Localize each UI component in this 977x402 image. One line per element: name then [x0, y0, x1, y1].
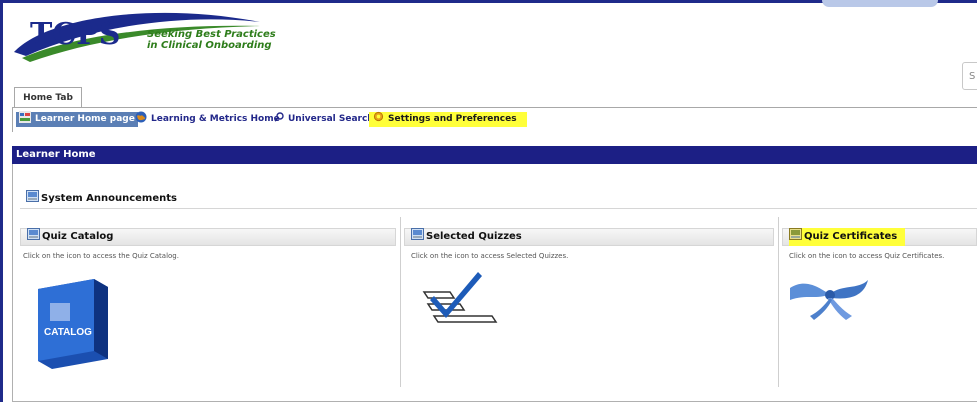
toolbar-learner-home-label: Learner Home page: [35, 114, 135, 124]
selected-quizzes-title: Selected Quizzes: [426, 231, 522, 242]
toolbar-learner-home-link[interactable]: Learner Home page: [16, 110, 138, 129]
logo-service-mark: SM: [108, 19, 124, 29]
toolbar-settings-link[interactable]: Settings and Preferences: [369, 111, 527, 128]
system-announcements-bar: System Announcements: [20, 190, 977, 209]
portlet-icon: [411, 228, 424, 246]
toolbar-learning-metrics-label: Learning & Metrics Home: [151, 114, 280, 124]
search-input-stub[interactable]: S: [962, 62, 977, 90]
portlet-icon: [27, 228, 40, 246]
logo-tagline: Seeking Best Practices in Clinical Onboa…: [147, 29, 276, 51]
quiz-certificates-description: Click on the icon to access Quiz Certifi…: [789, 252, 945, 260]
gear-icon: [373, 111, 384, 128]
toolbar-universal-search-label: Universal Search: [288, 114, 374, 124]
ribbon-icon[interactable]: [788, 270, 870, 322]
quiz-certificates-bar: Quiz Certificates: [782, 228, 977, 246]
globe-icon: [135, 111, 147, 129]
selected-quizzes-bar: Selected Quizzes: [404, 228, 774, 246]
toolbar-learning-metrics-link[interactable]: Learning & Metrics Home: [135, 111, 280, 129]
learner-home-icon: [19, 110, 31, 129]
tagline-line-2: in Clinical Onboarding: [147, 40, 272, 51]
checklist-icon[interactable]: [420, 270, 500, 336]
learner-home-header: Learner Home: [12, 146, 977, 164]
quiz-certificates-highlight: Quiz Certificates: [789, 228, 906, 246]
column-divider: [778, 217, 779, 387]
quiz-catalog-bar: Quiz Catalog: [20, 228, 396, 246]
column-divider: [400, 217, 401, 387]
portlet-icon: [789, 228, 802, 246]
tab-home[interactable]: Home Tab: [14, 87, 82, 109]
selected-quizzes-description: Click on the icon to access Selected Qui…: [411, 252, 569, 260]
system-announcements-title: System Announcements: [41, 193, 177, 204]
catalog-image-label: CATALOG: [44, 327, 92, 338]
toolbar: Learner Home page Learning & Metrics Hom…: [12, 108, 977, 132]
top-decoration: [822, 0, 938, 7]
logo-name: TCPS: [30, 17, 120, 52]
search-icon: [274, 111, 284, 128]
quiz-certificates-title: Quiz Certificates: [804, 231, 898, 242]
tagline-line-1: Seeking Best Practices: [147, 29, 276, 40]
catalog-box-icon[interactable]: CATALOG: [36, 275, 112, 369]
quiz-catalog-title: Quiz Catalog: [42, 231, 114, 242]
toolbar-settings-label: Settings and Preferences: [388, 114, 517, 124]
quiz-catalog-description: Click on the icon to access the Quiz Cat…: [23, 252, 179, 260]
portlet-icon: [26, 190, 39, 208]
toolbar-universal-search-link[interactable]: Universal Search: [274, 111, 374, 128]
